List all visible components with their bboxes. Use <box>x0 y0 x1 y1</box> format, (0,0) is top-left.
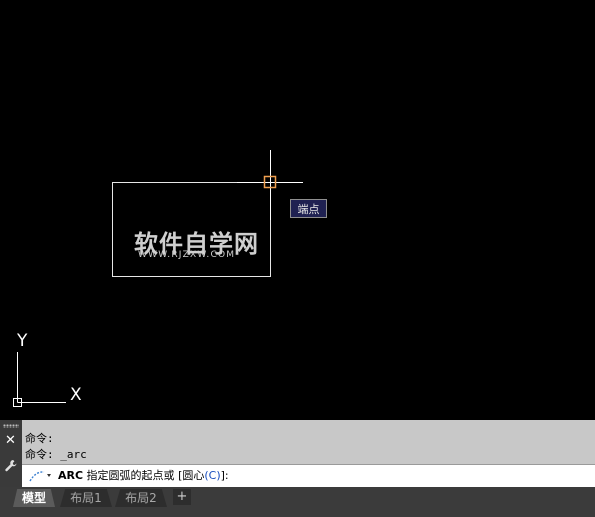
command-history: 命令: 命令: _arc <box>25 431 87 463</box>
command-panel: ✕ 命令: 命令: _arc ARC 指定圆弧的起点或 [圆心(C)]: <box>0 420 595 487</box>
add-layout-button[interactable]: + <box>173 489 191 505</box>
ucs-y-label: Y <box>17 331 28 351</box>
command-prompt[interactable]: ARC 指定圆弧的起点或 [圆心(C)]: <box>58 469 229 483</box>
command-line-icon[interactable] <box>28 468 54 487</box>
command-panel-grip[interactable]: ✕ <box>0 420 22 487</box>
history-line: 命令: _arc <box>25 448 87 461</box>
snap-tooltip: 端点 <box>290 199 327 218</box>
tab-layout2[interactable]: 布局2 <box>115 489 167 507</box>
command-input-line[interactable]: ARC 指定圆弧的起点或 [圆心(C)]: <box>22 464 595 487</box>
watermark-url: WWW.RJZXW.COM <box>138 250 236 260</box>
ucs-icon <box>13 352 66 407</box>
wrench-icon[interactable] <box>4 458 18 477</box>
tab-model[interactable]: 模型 <box>13 489 55 507</box>
history-line: 命令: <box>25 432 54 445</box>
option-center-key[interactable]: (C) <box>204 469 220 482</box>
command-name: ARC <box>58 469 84 482</box>
layout-tabs-bar: 模型 布局1 布局2 + <box>0 487 595 517</box>
drawing-canvas[interactable]: 端点 软件自学网 WWW.RJZXW.COM X Y <box>0 0 595 420</box>
prompt-text: 指定圆弧的起点或 <box>83 469 179 482</box>
option-close-bracket: ]: <box>220 469 229 482</box>
tab-layout1[interactable]: 布局1 <box>60 489 112 507</box>
option-center-label[interactable]: 圆心 <box>182 469 204 482</box>
close-icon[interactable]: ✕ <box>5 434 16 448</box>
ucs-x-label: X <box>70 385 82 405</box>
drag-handle-icon[interactable] <box>3 424 19 428</box>
